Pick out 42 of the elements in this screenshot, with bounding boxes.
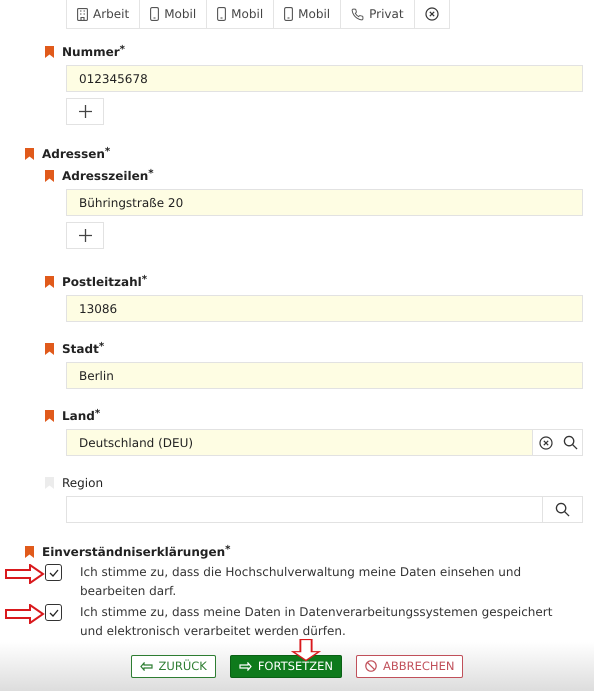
annotation-arrow: [291, 639, 321, 661]
add-button[interactable]: [66, 98, 104, 125]
mobile-phone-icon: [150, 7, 160, 21]
lookup-field[interactable]: [66, 496, 583, 523]
section-label: Adressen$^{*}$: [42, 147, 110, 161]
text-field[interactable]: 012345678: [66, 65, 583, 92]
field-label: Stadt$^{*}$: [62, 342, 104, 356]
section-label: Einverständniserklärungen$^{*}$: [42, 545, 230, 559]
continue-button[interactable]: FORTSETZEN: [230, 654, 342, 678]
checkmark-icon: [48, 608, 58, 616]
plus-icon: [78, 229, 92, 242]
text-field[interactable]: Bühringstraße 20: [66, 189, 583, 216]
phone-icon: [351, 8, 364, 20]
cancel-button[interactable]: ABBRECHEN: [356, 654, 464, 678]
field-label: Adresszeilen$^{*}$: [62, 169, 154, 183]
arrow-icon: [140, 662, 153, 670]
clear-icon: [538, 436, 552, 450]
consent-text: Ich stimme zu, dass die Hochschulverwaltung meine Daten einsehen und bearbeiten darf.: [80, 564, 522, 600]
annotation-arrow: [5, 604, 45, 624]
add-button[interactable]: [66, 222, 104, 249]
checkbox[interactable]: [45, 604, 62, 621]
search-icon: [562, 435, 578, 450]
checkmark-icon: [48, 568, 58, 576]
mobile-phone-icon: [284, 7, 294, 21]
checkbox[interactable]: [45, 564, 62, 581]
field-label: Region: [62, 476, 104, 490]
consent-text: Ich stimme zu, dass meine Daten in Datenverarbeitungssystemen gespeichert und elektronisch verarbeitet werden dürfen.: [80, 604, 554, 640]
mobile-phone-icon: [217, 7, 226, 21]
arrow-icon: [238, 662, 252, 670]
field-label: Postleitzahl$^{*}$: [62, 275, 148, 289]
back-button[interactable]: ZURÜCK: [130, 654, 216, 678]
building-icon: [77, 8, 88, 20]
cancel-icon: [365, 660, 377, 672]
annotation-arrow: [5, 564, 45, 584]
lookup-field[interactable]: Deutschland (DEU): [66, 429, 583, 456]
clear-icon: [424, 7, 439, 21]
search-icon: [555, 502, 570, 517]
plus-icon: [78, 105, 92, 118]
text-field[interactable]: 13086: [66, 295, 583, 322]
text-field[interactable]: Berlin: [66, 362, 583, 389]
field-label: Nummer$^{*}$: [62, 45, 125, 59]
field-label: Land$^{*}$: [62, 409, 100, 423]
